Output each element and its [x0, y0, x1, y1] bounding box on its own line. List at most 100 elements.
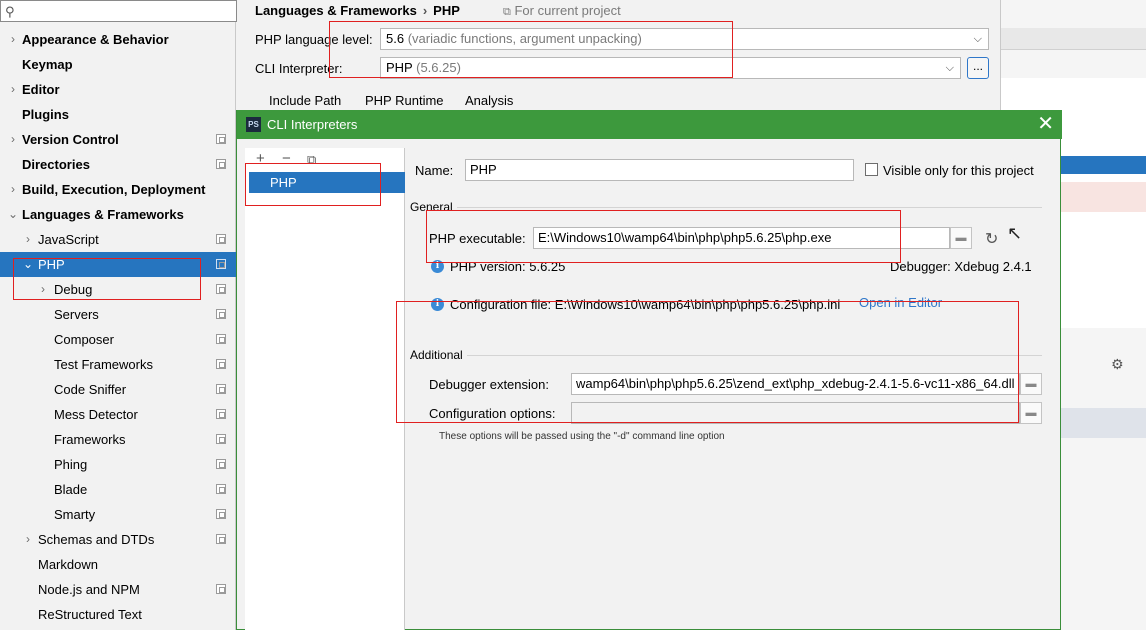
- debugger-extension-input[interactable]: wamp64\bin\php\php5.6.25\zend_ext\php_xd…: [571, 373, 1020, 395]
- tree-item-blade[interactable]: Blade: [0, 477, 236, 502]
- tree-item-restructured-text[interactable]: ReStructured Text: [0, 602, 236, 627]
- php-executable-input[interactable]: E:\Windows10\wamp64\bin\php\php5.6.25\ph…: [533, 227, 950, 249]
- chevron-right-icon[interactable]: ›: [7, 127, 19, 152]
- folder-icon[interactable]: ▬: [1020, 373, 1042, 395]
- php-executable-label: PHP executable:: [429, 231, 526, 246]
- tree-item-label: Blade: [54, 482, 88, 497]
- project-scope-icon: [216, 384, 226, 394]
- settings-search-input[interactable]: ⚲: [0, 0, 237, 22]
- folder-icon[interactable]: ▬: [1020, 402, 1042, 424]
- cli-interpreter-version: (5.6.25): [416, 60, 461, 75]
- gear-icon[interactable]: ⚙: [1111, 356, 1124, 373]
- visible-only-label: Visible only for this project: [883, 163, 1034, 178]
- project-scope-icon: [216, 509, 226, 519]
- tree-item-composer[interactable]: Composer: [0, 327, 236, 352]
- refresh-icon[interactable]: ↻: [985, 229, 998, 249]
- tree-item-label: Markdown: [38, 557, 98, 572]
- tree-item-phing[interactable]: Phing: [0, 452, 236, 477]
- remove-icon[interactable]: −: [282, 150, 291, 167]
- tree-item-label: Smarty: [54, 507, 96, 522]
- chevron-right-icon[interactable]: ›: [22, 227, 34, 252]
- tree-item-javascript[interactable]: › JavaScript: [0, 227, 236, 252]
- chevron-right-icon[interactable]: ›: [37, 277, 49, 302]
- tree-item-label: Keymap: [22, 57, 73, 72]
- breadcrumb-parent[interactable]: Languages & Frameworks: [255, 3, 417, 18]
- language-level-version: 5.6: [386, 31, 405, 46]
- additional-section: Additional: [410, 348, 1044, 362]
- dialog-title: CLI Interpreters: [267, 117, 358, 132]
- tree-item-plugins[interactable]: Plugins: [0, 102, 236, 127]
- project-scope-icon: [216, 584, 226, 594]
- open-in-editor-link[interactable]: Open in Editor: [859, 295, 942, 310]
- debugger-extension-label: Debugger extension:: [429, 377, 549, 392]
- tree-item-directories[interactable]: Directories: [0, 152, 236, 177]
- name-input[interactable]: PHP: [465, 159, 854, 181]
- tree-item-markdown[interactable]: Markdown: [0, 552, 236, 577]
- tree-item-label: Directories: [22, 157, 90, 172]
- visible-only-checkbox[interactable]: [865, 163, 878, 176]
- tree-item-languages-frameworks[interactable]: ⌄ Languages & Frameworks: [0, 202, 236, 227]
- add-icon[interactable]: +: [256, 150, 265, 167]
- tree-item-node-js-and-npm[interactable]: Node.js and NPM: [0, 577, 236, 602]
- project-scope-icon: [216, 134, 226, 144]
- divider: [410, 355, 1042, 356]
- cli-interpreter-value: PHP: [386, 60, 413, 75]
- tree-item-build-execution-deployment[interactable]: › Build, Execution, Deployment: [0, 177, 236, 202]
- language-level-desc: (variadic functions, argument unpacking): [407, 31, 642, 46]
- interpreter-list-item[interactable]: PHP: [249, 172, 405, 193]
- for-project-label: For current project: [514, 3, 621, 18]
- tree-item-servers[interactable]: Servers: [0, 302, 236, 327]
- tree-item-frameworks[interactable]: Frameworks: [0, 427, 236, 452]
- tree-item-php[interactable]: ⌄ PHP: [0, 252, 236, 277]
- tree-item-label: Node.js and NPM: [38, 582, 140, 597]
- for-current-project-note: ⧉ For current project: [503, 3, 621, 19]
- tree-item-label: Plugins: [22, 107, 69, 122]
- project-scope-icon: [216, 409, 226, 419]
- project-scope-icon: [216, 434, 226, 444]
- background-error-row: [1061, 182, 1146, 212]
- chevron-right-icon[interactable]: ›: [7, 27, 19, 52]
- mouse-cursor-icon: ↖: [1007, 223, 1023, 243]
- tree-item-smarty[interactable]: Smarty: [0, 502, 236, 527]
- chevron-down-icon[interactable]: ⌄: [7, 202, 19, 227]
- tree-item-version-control[interactable]: › Version Control: [0, 127, 236, 152]
- tree-item-label: Code Sniffer: [54, 382, 127, 397]
- tree-item-debug[interactable]: › Debug: [0, 277, 236, 302]
- background-toolbar: [1001, 28, 1146, 50]
- phpstorm-logo-icon: PS: [246, 117, 261, 132]
- tab-analysis[interactable]: Analysis: [465, 93, 513, 108]
- folder-icon[interactable]: ▬: [950, 227, 972, 249]
- tree-item-label: Mess Detector: [54, 407, 138, 422]
- tab-include-path[interactable]: Include Path: [269, 93, 341, 108]
- project-scope-icon: ⧉: [503, 6, 511, 18]
- language-level-select[interactable]: 5.6 (variadic functions, argument unpack…: [380, 28, 989, 50]
- browse-interpreters-button[interactable]: ...: [967, 57, 989, 79]
- chevron-right-icon[interactable]: ›: [7, 77, 19, 102]
- general-heading: General: [410, 200, 457, 214]
- tree-item-schemas-and-dtds[interactable]: › Schemas and DTDs: [0, 527, 236, 552]
- tree-item-label: JavaScript: [38, 232, 99, 247]
- configuration-file-text: Configuration file: E:\Windows10\wamp64\…: [450, 297, 841, 312]
- cli-interpreter-select[interactable]: PHP (5.6.25) ⌵: [380, 57, 961, 79]
- tree-item-mess-detector[interactable]: Mess Detector: [0, 402, 236, 427]
- project-scope-icon: [216, 284, 226, 294]
- chevron-down-icon[interactable]: ⌄: [22, 252, 34, 277]
- tree-item-keymap[interactable]: Keymap: [0, 52, 236, 77]
- chevron-right-icon[interactable]: ›: [7, 177, 19, 202]
- tree-item-appearance-behavior[interactable]: › Appearance & Behavior: [0, 27, 236, 52]
- chevron-right-icon[interactable]: ›: [22, 527, 34, 552]
- configuration-options-input[interactable]: [571, 402, 1020, 424]
- tab-php-runtime[interactable]: PHP Runtime: [365, 93, 444, 108]
- tree-item-code-sniffer[interactable]: Code Sniffer: [0, 377, 236, 402]
- project-scope-icon: [216, 459, 226, 469]
- tree-item-test-frameworks[interactable]: Test Frameworks: [0, 352, 236, 377]
- copy-icon[interactable]: ⧉: [307, 152, 316, 168]
- tree-item-label: Languages & Frameworks: [22, 207, 184, 222]
- breadcrumb: Languages & Frameworks › PHP: [255, 3, 460, 18]
- tree-item-editor[interactable]: › Editor: [0, 77, 236, 102]
- breadcrumb-separator: ›: [422, 3, 428, 18]
- cli-interpreter-label: CLI Interpreter:: [255, 61, 343, 76]
- breadcrumb-current: PHP: [433, 3, 460, 18]
- tree-item-label: Editor: [22, 82, 60, 97]
- close-icon[interactable]: ✕: [1037, 112, 1054, 136]
